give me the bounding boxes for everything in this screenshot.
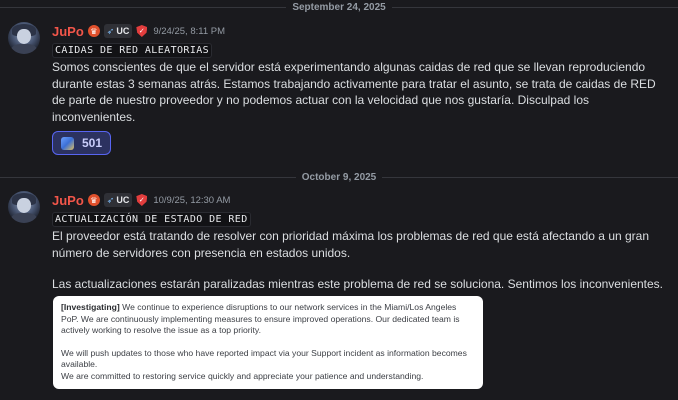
reaction-button[interactable]: 501: [52, 131, 112, 155]
date-divider: October 9, 2025: [0, 170, 678, 184]
message-text: Somos conscientes de que el servidor est…: [52, 60, 656, 124]
crown-badge-icon: ♛: [87, 25, 100, 37]
crown-badge-icon: ♛: [87, 194, 100, 206]
avatar[interactable]: [8, 191, 40, 223]
rocket-icon: ➶: [106, 25, 115, 36]
message-title: ACTUALIZACIÓN DE ESTADO DE RED: [52, 212, 251, 227]
username[interactable]: JuPo: [52, 193, 84, 208]
rocket-icon: ➶: [106, 194, 115, 205]
server-tag[interactable]: ➶ UC: [103, 24, 133, 38]
embed-text: We continue to experience disruptions to…: [61, 302, 460, 336]
message-title: CAIDAS DE RED ALEATORIAS: [52, 43, 213, 58]
embed-paragraph: [Investigating] We continue to experienc…: [61, 302, 475, 337]
embedded-image[interactable]: [Investigating] We continue to experienc…: [53, 296, 483, 389]
timestamp[interactable]: 9/24/25, 8:11 PM: [153, 26, 225, 37]
date-divider: September 24, 2025: [0, 0, 678, 14]
username[interactable]: JuPo: [52, 24, 84, 39]
date-divider-label: September 24, 2025: [292, 1, 386, 13]
server-tag-label: UC: [116, 195, 130, 205]
avatar[interactable]: [8, 22, 40, 54]
date-divider-label: October 9, 2025: [301, 171, 377, 183]
message-header: JuPo ♛ ➶ UC ✓ 9/24/25, 8:11 PM: [52, 22, 668, 40]
reaction-count: 501: [82, 136, 103, 150]
embed-status-label: [Investigating]: [61, 302, 120, 312]
server-tag[interactable]: ➶ UC: [103, 193, 133, 207]
server-tag-label: UC: [116, 26, 130, 36]
shield-icon: ✓: [136, 25, 148, 37]
embed-text: We are committed to restoring service qu…: [61, 370, 424, 381]
message-text: Las actualizaciones estarán paralizadas …: [52, 277, 664, 291]
shield-icon: ✓: [136, 194, 148, 206]
message-header: JuPo ♛ ➶ UC ✓ 10/9/25, 12:30 AM: [52, 191, 668, 209]
message-text: El proveedor está tratando de resolver c…: [52, 229, 650, 260]
embed-text: We will push updates to those who have r…: [61, 347, 467, 370]
server-emoji-icon: [61, 136, 74, 150]
timestamp[interactable]: 10/9/25, 12:30 AM: [153, 195, 230, 206]
